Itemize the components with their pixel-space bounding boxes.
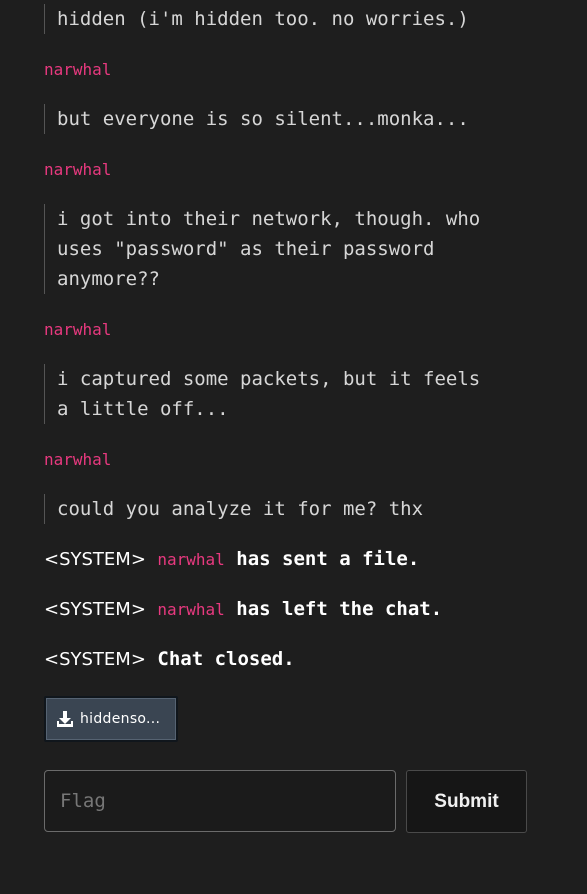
flag-input[interactable] xyxy=(44,770,396,832)
system-tag: <SYSTEM> xyxy=(44,599,146,620)
system-message: <SYSTEM> narwhal has sent a file. xyxy=(44,544,419,575)
chat-message: i got into their network, though. who us… xyxy=(44,204,544,294)
chat-page: hidden (i'm hidden too. no worries.) nar… xyxy=(0,0,587,894)
system-tag: <SYSTEM> xyxy=(44,549,146,570)
download-icon xyxy=(57,711,73,727)
submit-button[interactable]: Submit xyxy=(406,770,527,833)
system-text: has sent a file. xyxy=(236,548,420,570)
chat-message: but everyone is so silent...monka... xyxy=(44,104,544,134)
file-download-button[interactable]: hiddenso... xyxy=(44,696,178,742)
file-name: hiddenso... xyxy=(80,711,161,727)
chat-message: i captured some packets, but it feels a … xyxy=(44,364,544,424)
system-message: <SYSTEM> Chat closed. xyxy=(44,644,295,675)
sender-name: narwhal xyxy=(44,320,112,339)
chat-message: hidden (i'm hidden too. no worries.) xyxy=(44,4,544,34)
system-text: Chat closed. xyxy=(157,648,295,670)
sender-name: narwhal xyxy=(44,160,112,179)
system-tag: <SYSTEM> xyxy=(44,649,146,670)
chat-message: could you analyze it for me? thx xyxy=(44,494,544,524)
sender-name: narwhal xyxy=(44,450,112,469)
system-message: <SYSTEM> narwhal has left the chat. xyxy=(44,594,442,625)
system-sender: narwhal xyxy=(157,600,225,619)
sender-name: narwhal xyxy=(44,60,112,79)
system-text: has left the chat. xyxy=(236,598,443,620)
system-sender: narwhal xyxy=(157,550,225,569)
